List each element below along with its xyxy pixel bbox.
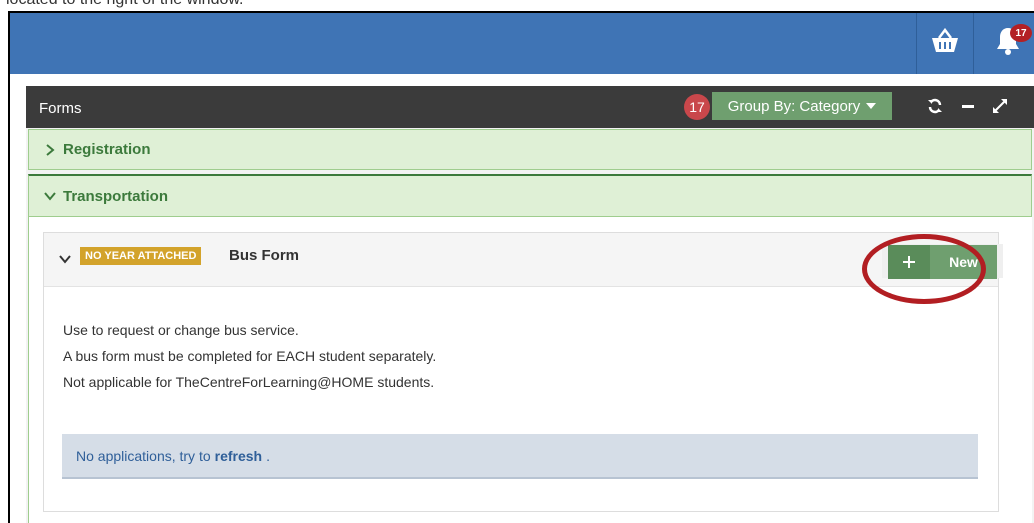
minimize-icon[interactable] <box>956 94 980 118</box>
panel-header: Forms 17 Group By: Category <box>26 86 1034 128</box>
caption-text: located to the right of the window. <box>6 0 243 8</box>
category-transportation[interactable]: Transportation <box>28 174 1032 217</box>
form-description-line: A bus form must be completed for EACH st… <box>63 348 437 364</box>
group-by-label: Group By: Category <box>727 97 861 115</box>
forms-panel: Forms 17 Group By: Category Registration… <box>26 86 1034 523</box>
no-applications-alert: No applications, try to refresh . <box>62 434 978 479</box>
new-application-button[interactable]: New <box>882 244 1003 279</box>
group-by-dropdown[interactable]: Group By: Category <box>712 92 892 120</box>
chevron-right-icon <box>43 143 57 157</box>
category-label: Registration <box>63 141 151 158</box>
plus-icon <box>888 245 930 279</box>
form-card-bus: NO YEAR ATTACHED Bus Form New Use to req… <box>43 232 1003 512</box>
chevron-down-icon <box>58 252 72 266</box>
top-bar: 17 <box>10 13 1034 74</box>
panel-title: Forms <box>39 100 82 117</box>
form-description-line: Not applicable for TheCentreForLearning@… <box>63 374 435 390</box>
category-label: Transportation <box>63 187 169 205</box>
basket-icon <box>930 27 960 59</box>
form-card-header[interactable]: NO YEAR ATTACHED Bus Form New <box>44 233 1003 287</box>
refresh-link[interactable]: refresh <box>215 448 262 464</box>
expand-icon[interactable] <box>988 94 1012 118</box>
notifications-button[interactable] <box>982 13 1034 74</box>
alert-text: No applications, try to <box>76 447 211 464</box>
basket-button[interactable] <box>916 13 974 74</box>
year-status-badge: NO YEAR ATTACHED <box>80 247 202 265</box>
category-registration[interactable]: Registration <box>28 129 1032 170</box>
caret-down-icon <box>866 103 877 109</box>
alert-suffix: . <box>266 447 270 464</box>
browser-frame: 17 Forms 17 Group By: Category Registrat… <box>8 11 1034 523</box>
transportation-content: NO YEAR ATTACHED Bus Form New Use to req… <box>28 217 1032 523</box>
new-button-label: New <box>930 245 997 279</box>
notification-count-badge: 17 <box>1010 24 1032 42</box>
form-title: Bus Form <box>229 247 300 264</box>
forms-count-badge: 17 <box>684 94 710 120</box>
form-description-line: Use to request or change bus service. <box>63 322 299 338</box>
chevron-down-icon <box>43 189 57 203</box>
refresh-icon[interactable] <box>923 94 947 118</box>
